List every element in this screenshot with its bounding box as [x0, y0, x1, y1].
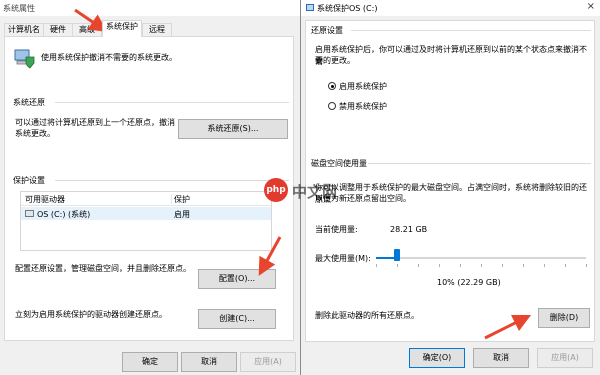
configure-button[interactable]: 配置(O)...	[198, 269, 276, 289]
ok-button[interactable]: 确定	[122, 352, 178, 372]
drives-table[interactable]: 可用驱动器 保护 OS (C:) (系统) 启用	[20, 191, 272, 251]
create-button[interactable]: 创建(C)...	[198, 309, 276, 329]
column-drive: 可用驱动器	[25, 195, 65, 204]
group-divider	[55, 180, 289, 181]
slider-ticks	[376, 264, 587, 267]
restore-settings-heading: 还原设置	[311, 26, 343, 35]
group-divider	[351, 30, 591, 31]
slider-tick	[586, 264, 587, 267]
close-icon[interactable]: ×	[587, 1, 595, 12]
protection-settings-panel: 还原设置 启用系统保护后，你可以通过及时将计算机还原到以前的某个状态点来撤消不需…	[305, 20, 595, 342]
protection-settings-heading: 保护设置	[13, 176, 45, 185]
slider-tick	[376, 264, 377, 267]
slider-tick	[418, 264, 419, 267]
disk-usage-heading: 磁盘空间使用量	[311, 159, 367, 168]
apply-button[interactable]: 应用(A)	[537, 348, 593, 368]
enable-protection-label[interactable]: 启用系统保护	[339, 81, 387, 92]
group-divider	[368, 163, 591, 164]
current-usage-value: 28.21 GB	[390, 225, 428, 234]
column-separator	[171, 194, 172, 204]
cancel-button[interactable]: 取消	[181, 352, 237, 372]
right-footer: 确定(O) 取消 应用(A)	[301, 343, 600, 375]
disable-protection-radio[interactable]	[328, 102, 336, 110]
tab-advanced[interactable]: 高级	[72, 23, 102, 36]
create-description: 立刻为启用系统保护的驱动器创建还原点。	[15, 310, 167, 319]
window-title: 系统属性	[3, 4, 35, 13]
table-row[interactable]: OS (C:) (系统) 启用	[21, 207, 271, 220]
system-restore-button[interactable]: 系统还原(S)...	[178, 119, 288, 139]
intro-text: 使用系统保护撤消不需要的系统更改。	[41, 53, 177, 62]
watermark-text: 中文网	[292, 183, 338, 201]
tab-hardware[interactable]: 硬件	[43, 23, 73, 36]
cancel-button[interactable]: 取消	[473, 348, 529, 368]
drive-icon	[25, 210, 34, 217]
system-restore-description-2: 系统更改。	[15, 129, 55, 138]
watermark-logo: php	[264, 178, 288, 202]
system-protection-panel: 使用系统保护撤消不需要的系统更改。 系统还原 可以通过将计算机还原到上一个还原点…	[4, 36, 294, 341]
drive-name: OS (C:) (系统)	[37, 210, 91, 219]
system-restore-heading: 系统还原	[13, 98, 45, 107]
delete-description: 删除此驱动器的所有还原点。	[315, 311, 419, 320]
system-properties-window: 系统属性 计算机名 硬件 高级 系统保护 远程 使用系统保护撤消不需要的系统更改…	[0, 0, 300, 375]
current-usage-label: 当前使用量:	[315, 225, 358, 234]
max-usage-label: 最大使用量(M):	[315, 254, 371, 263]
max-usage-slider-track[interactable]	[376, 257, 586, 259]
column-protection: 保护	[174, 195, 190, 204]
restore-settings-description-1: 启用系统保护后，你可以通过及时将计算机还原到以前的某个状态点来撤消不需	[315, 45, 587, 66]
delete-button[interactable]: 删除(D)	[538, 308, 590, 328]
slider-tick	[565, 264, 566, 267]
slider-tick	[523, 264, 524, 267]
tab-computer-name[interactable]: 计算机名	[4, 23, 44, 36]
tab-remote[interactable]: 远程	[142, 23, 172, 36]
slider-tick	[502, 264, 503, 267]
apply-button[interactable]: 应用(A)	[240, 352, 296, 372]
table-header: 可用驱动器 保护	[21, 192, 271, 206]
slider-tick	[544, 264, 545, 267]
group-divider	[55, 102, 289, 103]
computer-shield-icon	[13, 47, 35, 69]
max-usage-slider-thumb[interactable]	[394, 249, 400, 261]
ok-button[interactable]: 确定(O)	[409, 348, 465, 368]
disable-protection-label[interactable]: 禁用系统保护	[339, 101, 387, 112]
window-icon	[306, 4, 314, 11]
slider-tick	[439, 264, 440, 267]
slider-tick	[397, 264, 398, 267]
site-watermark: php 中文网	[264, 178, 348, 202]
slider-tick	[481, 264, 482, 267]
title-bar: 系统属性	[0, 0, 300, 16]
title-bar: 系统保护OS (C:) ×	[301, 0, 600, 16]
enable-protection-radio[interactable]	[328, 82, 336, 90]
slider-caption: 10% (22.29 GB)	[437, 278, 501, 287]
left-footer: 确定 取消 应用(A)	[0, 343, 300, 375]
restore-settings-description-2: 要的更改。	[315, 56, 355, 65]
dialog-title: 系统保护OS (C:)	[317, 4, 378, 13]
configure-description: 配置还原设置，管理磁盘空间，并且删除还原点。	[15, 264, 191, 273]
drive-protection-status: 启用	[174, 210, 190, 219]
slider-tick	[460, 264, 461, 267]
tab-system-protection[interactable]: 系统保护	[102, 20, 142, 37]
